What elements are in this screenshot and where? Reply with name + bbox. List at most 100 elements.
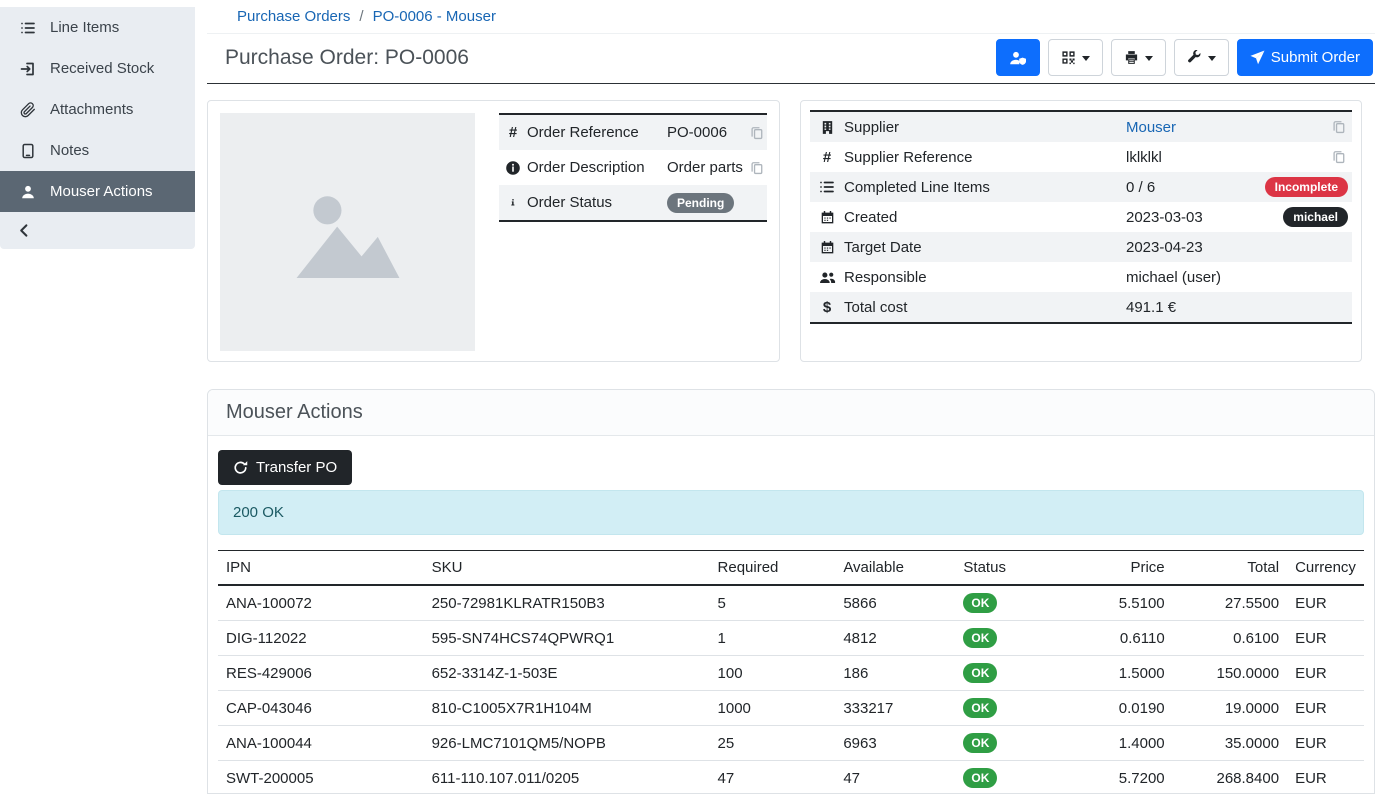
info-value: 2023-03-03	[1126, 209, 1283, 226]
cell-price: 1.4000	[1064, 726, 1173, 761]
transfer-po-label: Transfer PO	[256, 459, 337, 476]
column-header-available[interactable]: Available	[835, 551, 955, 586]
transfer-po-button[interactable]: Transfer PO	[218, 450, 352, 485]
list-check-icon	[810, 179, 844, 195]
info-label: Responsible	[844, 269, 1126, 286]
column-header-price[interactable]: Price	[1064, 551, 1173, 586]
cell-currency: EUR	[1287, 585, 1364, 621]
breadcrumb-link-purchase-orders[interactable]: Purchase Orders	[237, 8, 350, 25]
table-row: RES-429006 652-3314Z-1-503E 100 186 OK 1…	[218, 656, 1364, 691]
sidebar-item-mouser-actions[interactable]: Mouser Actions	[0, 171, 195, 212]
copy-icon[interactable]	[747, 126, 767, 140]
table-row: ANA-100072 250-72981KLRATR150B3 5 5866 O…	[218, 585, 1364, 621]
copy-icon[interactable]	[1326, 150, 1352, 164]
qrcode-icon	[1061, 50, 1076, 65]
cell-total: 27.5500	[1173, 585, 1287, 621]
cell-sku: 611-110.107.011/0205	[424, 761, 710, 794]
info-row-order-status: Order Status Pending	[499, 185, 767, 220]
column-header-sku[interactable]: SKU	[424, 551, 710, 586]
table-row: DIG-112022 595-SN74HCS74QPWRQ1 1 4812 OK…	[218, 621, 1364, 656]
user-badge: michael	[1283, 207, 1348, 227]
cell-sku: 926-LMC7101QM5/NOPB	[424, 726, 710, 761]
submit-order-label: Submit Order	[1271, 49, 1360, 66]
info-row-supplier: Supplier Mouser	[810, 112, 1352, 142]
column-header-currency[interactable]: Currency	[1287, 551, 1364, 586]
parts-table: IPN SKU Required Available Status Price …	[218, 550, 1364, 794]
column-header-status[interactable]: Status	[955, 551, 1064, 586]
cell-status: OK	[955, 656, 1064, 691]
table-row: ANA-100044 926-LMC7101QM5/NOPB 25 6963 O…	[218, 726, 1364, 761]
supplier-link[interactable]: Mouser	[1126, 119, 1326, 136]
column-header-total[interactable]: Total	[1173, 551, 1287, 586]
copy-icon[interactable]	[1326, 120, 1352, 134]
dollar-icon: $	[810, 299, 844, 316]
cell-ipn: DIG-112022	[218, 621, 424, 656]
user-roles-button[interactable]	[996, 39, 1040, 76]
sidebar-list: Line Items Received Stock Attachments No…	[0, 7, 195, 249]
info-row-target-date: Target Date 2023-04-23	[810, 232, 1352, 262]
calendar-icon	[810, 240, 844, 255]
sidebar-item-line-items[interactable]: Line Items	[0, 7, 195, 48]
caret-down-icon	[1208, 56, 1216, 61]
sidebar-item-received-stock[interactable]: Received Stock	[0, 48, 195, 89]
cell-required: 5	[710, 585, 836, 621]
cell-required: 100	[710, 656, 836, 691]
copy-icon[interactable]	[747, 161, 767, 175]
sidebar-collapse-button[interactable]	[0, 212, 195, 249]
cell-available: 6963	[835, 726, 955, 761]
column-header-ipn[interactable]: IPN	[218, 551, 424, 586]
incomplete-badge: Incomplete	[1265, 177, 1348, 197]
cell-currency: EUR	[1287, 621, 1364, 656]
user-roles-icon	[1009, 50, 1027, 66]
cell-total: 35.0000	[1173, 726, 1287, 761]
sidebar-item-attachments[interactable]: Attachments	[0, 89, 195, 130]
info-label: Order Reference	[527, 124, 667, 141]
paperclip-icon	[18, 102, 37, 118]
order-actions-button[interactable]	[1174, 39, 1229, 76]
panel-body: Transfer PO 200 OK IPN SKU Required Avai…	[208, 436, 1374, 794]
info-row-order-description: Order Description Order parts	[499, 150, 767, 185]
note-icon	[18, 143, 37, 159]
cell-ipn: ANA-100072	[218, 585, 424, 621]
status-badge: OK	[963, 733, 997, 753]
cell-available: 47	[835, 761, 955, 794]
cell-sku: 810-C1005X7R1H104M	[424, 691, 710, 726]
breadcrumb-link-current-order[interactable]: PO-0006 - Mouser	[373, 8, 496, 25]
print-actions-button[interactable]	[1111, 39, 1166, 76]
cell-status: OK	[955, 585, 1064, 621]
cell-total: 0.6100	[1173, 621, 1287, 656]
hash-icon: #	[499, 124, 527, 141]
cell-price: 5.7200	[1064, 761, 1173, 794]
info-label: Total cost	[844, 299, 1126, 316]
info-icon	[499, 195, 527, 210]
cell-available: 186	[835, 656, 955, 691]
toolbar: Submit Order	[996, 39, 1373, 76]
cell-sku: 595-SN74HCS74QPWRQ1	[424, 621, 710, 656]
column-header-required[interactable]: Required	[710, 551, 836, 586]
info-row-supplier-reference: # Supplier Reference lklklkl	[810, 142, 1352, 172]
panel-title: Mouser Actions	[208, 390, 1374, 436]
cell-available: 4812	[835, 621, 955, 656]
user-icon	[18, 184, 37, 200]
info-label: Supplier	[844, 119, 1126, 136]
sidebar-item-notes[interactable]: Notes	[0, 130, 195, 171]
sidebar: Line Items Received Stock Attachments No…	[0, 0, 195, 794]
sidebar-item-label: Received Stock	[50, 60, 154, 77]
page-header: Purchase Order: PO-0006	[207, 34, 1375, 84]
barcode-actions-button[interactable]	[1048, 39, 1103, 76]
cell-ipn: CAP-043046	[218, 691, 424, 726]
sidebar-item-label: Mouser Actions	[50, 183, 153, 200]
order-details-card: # Order Reference PO-0006 Order Descript…	[207, 100, 780, 362]
image-icon	[283, 172, 413, 292]
calendar-icon	[810, 210, 844, 225]
order-details-table: # Order Reference PO-0006 Order Descript…	[499, 113, 767, 222]
info-value: PO-0006	[667, 124, 747, 141]
cell-total: 268.8400	[1173, 761, 1287, 794]
printer-icon	[1124, 50, 1139, 65]
submit-order-button[interactable]: Submit Order	[1237, 39, 1373, 76]
breadcrumb: Purchase Orders / PO-0006 - Mouser	[207, 0, 1375, 34]
info-label: Created	[844, 209, 1126, 226]
info-row-responsible: Responsible michael (user)	[810, 262, 1352, 292]
refresh-icon	[233, 460, 248, 475]
cell-status: OK	[955, 761, 1064, 794]
